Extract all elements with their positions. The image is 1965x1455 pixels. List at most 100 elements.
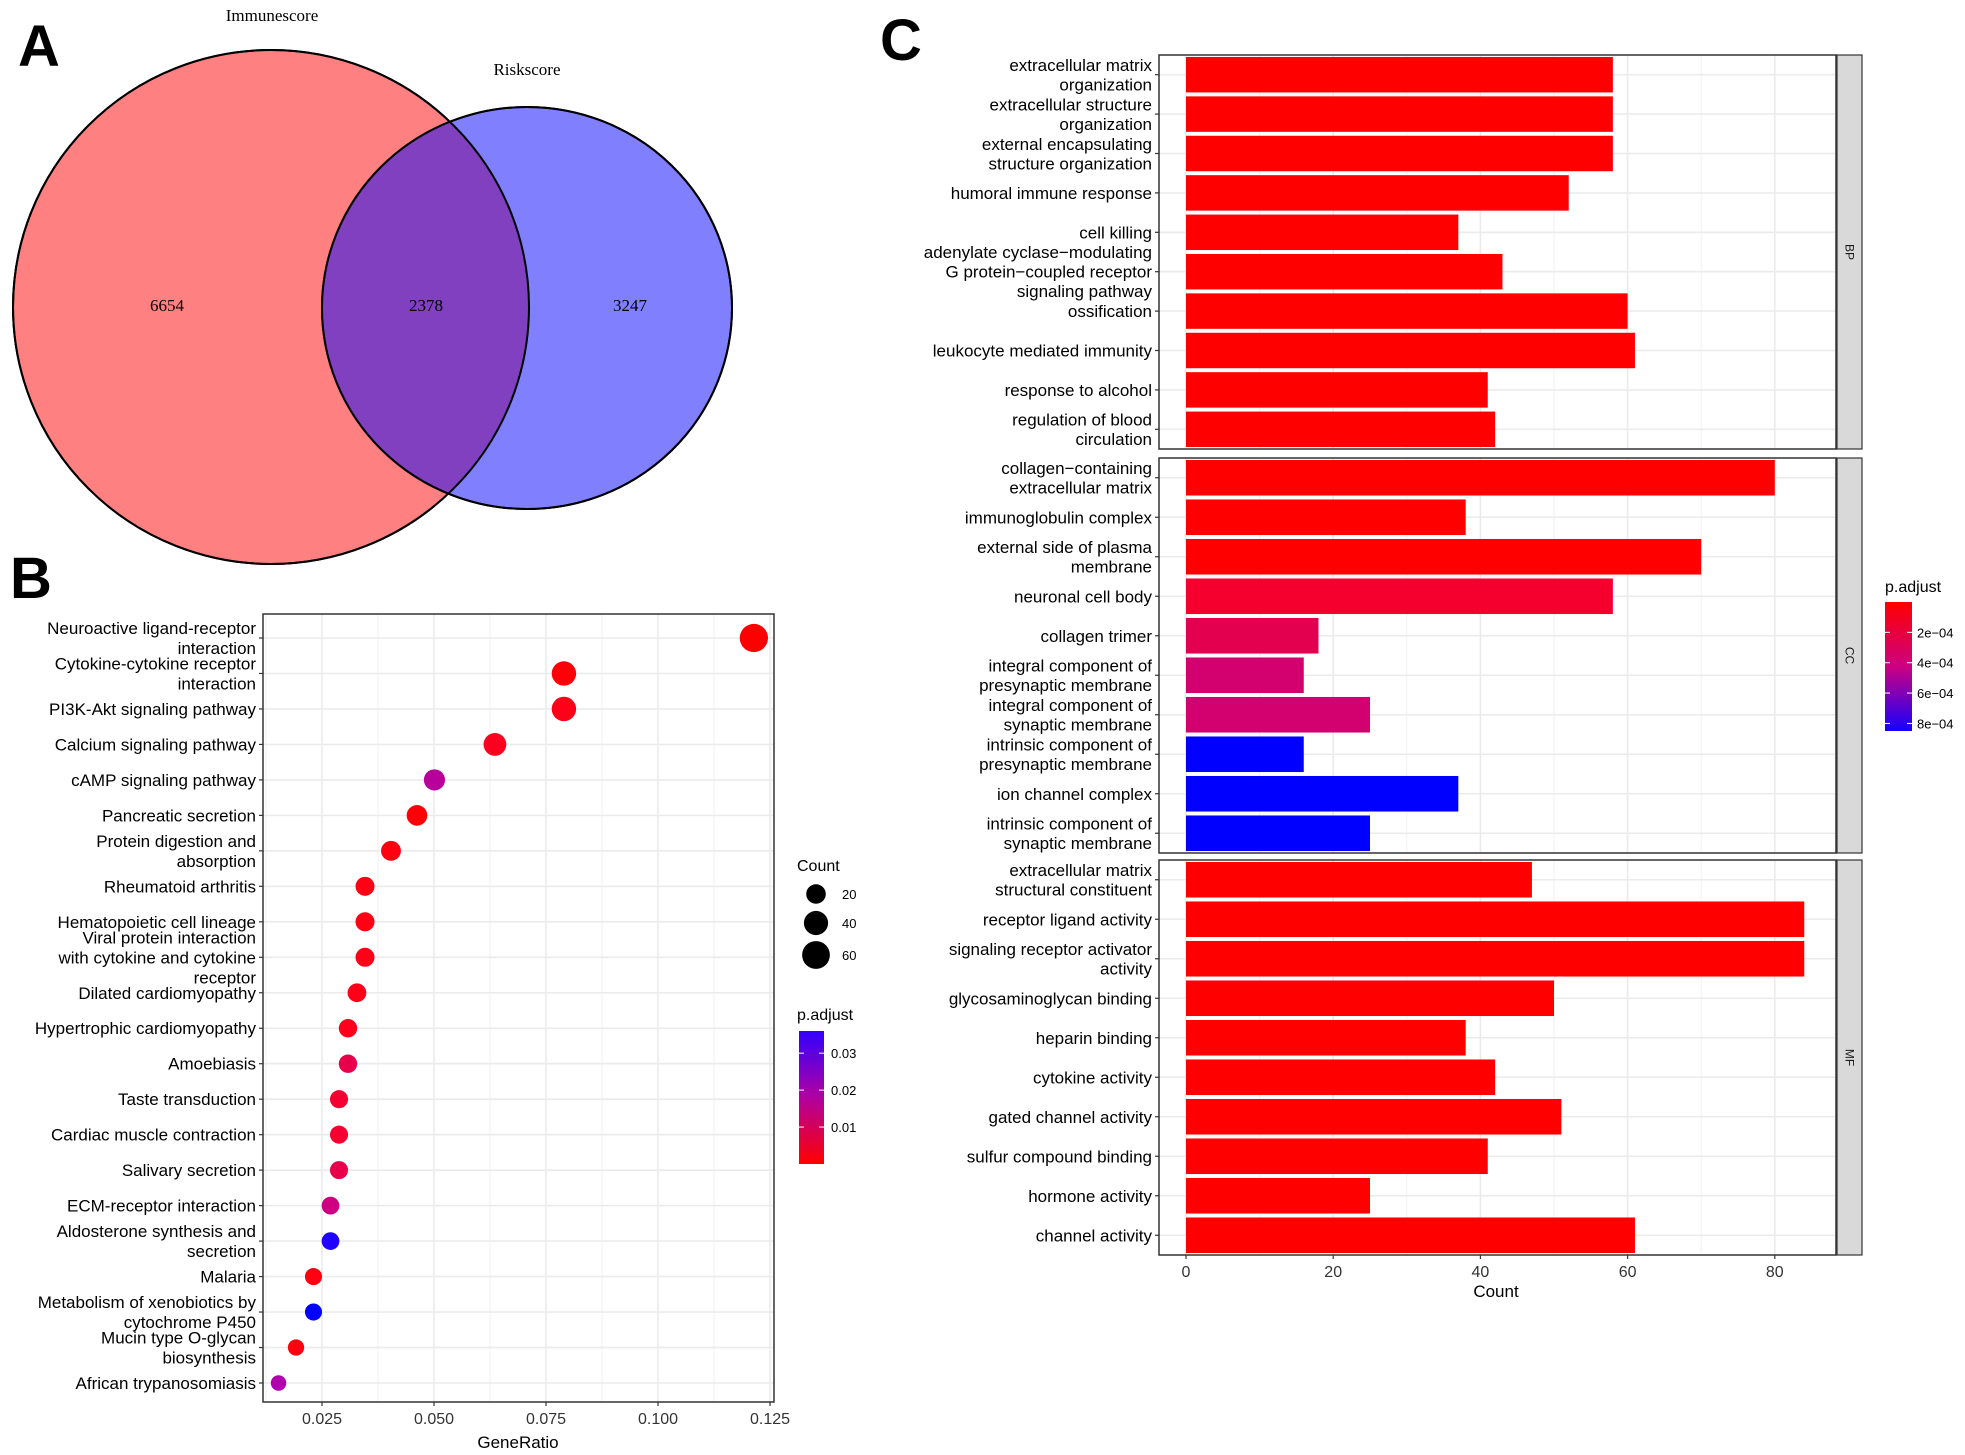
- bar[interactable]: [1186, 56, 1613, 93]
- bar[interactable]: [1186, 372, 1488, 408]
- dot-point[interactable]: [347, 983, 367, 1003]
- y-tick-label: integral component of presynaptic membran…: [979, 657, 1152, 696]
- bar[interactable]: [1186, 617, 1319, 654]
- y-tick-label-line: synaptic membrane: [1004, 834, 1152, 853]
- dot-point[interactable]: [329, 1161, 349, 1180]
- bar[interactable]: [1186, 578, 1613, 615]
- y-tick-label: signaling receptor activator activity: [949, 940, 1153, 979]
- y-tick-label-line: adenylate cyclase−modulating: [924, 243, 1152, 262]
- y-tick-label-line: Pancreatic secretion: [102, 806, 256, 825]
- y-tick-label-line: absorption: [177, 852, 256, 871]
- dot-point[interactable]: [381, 840, 401, 861]
- y-tick-label-line: ossification: [1068, 302, 1152, 321]
- y-tick-label-line: Dilated cardiomyopathy: [78, 984, 256, 1003]
- facet-strip-label: BP: [1843, 244, 1857, 260]
- dotplot-kegg: Neuroactive ligand-receptor interactionCy…: [35, 613, 856, 1452]
- dot-point[interactable]: [329, 1125, 349, 1144]
- bar[interactable]: [1186, 411, 1496, 448]
- bar[interactable]: [1186, 538, 1702, 575]
- y-tick-label-line: sulfur compound binding: [967, 1147, 1152, 1166]
- y-tick-label-line: presynaptic membrane: [979, 676, 1152, 695]
- bar[interactable]: [1186, 815, 1370, 852]
- x-tick-label: 0: [1182, 1264, 1191, 1281]
- bar[interactable]: [1186, 332, 1635, 369]
- bar[interactable]: [1186, 1019, 1466, 1056]
- bar[interactable]: [1186, 135, 1613, 172]
- bar[interactable]: [1186, 214, 1459, 251]
- bar[interactable]: [1186, 499, 1466, 536]
- size-legend-title: Count: [797, 858, 840, 875]
- venn-count-intersection: 2378: [409, 296, 443, 315]
- bar[interactable]: [1186, 459, 1775, 496]
- y-tick-label-line: external side of plasma: [977, 538, 1152, 557]
- dot-point[interactable]: [483, 733, 507, 756]
- y-tick-label-line: leukocyte mediated immunity: [933, 342, 1153, 361]
- dot-point[interactable]: [739, 623, 768, 653]
- dot-point[interactable]: [355, 876, 375, 896]
- y-tick-label: extracellular structure organization: [989, 95, 1152, 134]
- dot-point[interactable]: [551, 661, 577, 686]
- bar[interactable]: [1186, 940, 1805, 977]
- y-tick-label: gated channel activity: [989, 1108, 1153, 1127]
- y-tick-label-line: synaptic membrane: [1004, 716, 1152, 735]
- venn-label-immunescore: Immunescore: [226, 6, 319, 25]
- bar[interactable]: [1186, 293, 1628, 329]
- y-tick-label-line: Mucin type O-glycan: [101, 1329, 256, 1348]
- bar[interactable]: [1186, 980, 1554, 1017]
- bar[interactable]: [1186, 253, 1503, 290]
- panel-label-b: B: [10, 546, 52, 611]
- y-tick-label: immunoglobulin complex: [965, 508, 1153, 527]
- dot-point[interactable]: [355, 947, 375, 967]
- bar[interactable]: [1186, 175, 1569, 211]
- bar[interactable]: [1186, 696, 1370, 733]
- bar[interactable]: [1186, 657, 1304, 694]
- y-tick-label: Dilated cardiomyopathy: [78, 984, 256, 1003]
- bar[interactable]: [1186, 96, 1613, 132]
- bar[interactable]: [1186, 775, 1459, 812]
- y-tick-label: cytokine activity: [1033, 1068, 1153, 1087]
- venn-count-immunescore-only: 6654: [150, 296, 185, 315]
- y-tick-label: leukocyte mediated immunity: [933, 342, 1153, 361]
- y-tick-label: Mucin type O-glycan biosynthesis: [101, 1329, 256, 1368]
- dot-point[interactable]: [321, 1232, 340, 1250]
- y-tick-label-line: Rheumatoid arthritis: [104, 877, 256, 896]
- y-tick-label-line: organization: [1059, 75, 1152, 94]
- dot-point[interactable]: [406, 805, 428, 826]
- x-tick-label: 0.125: [750, 1411, 790, 1428]
- y-tick-label: Calcium signaling pathway: [55, 735, 257, 754]
- dot-point[interactable]: [304, 1303, 323, 1321]
- color-legend-label: 8e−04: [1917, 716, 1954, 731]
- y-tick-label-line: interaction: [178, 674, 256, 693]
- y-tick-label: Protein digestion and absorption: [96, 832, 256, 871]
- dot-point[interactable]: [329, 1090, 349, 1109]
- y-tick-label: sulfur compound binding: [967, 1147, 1152, 1166]
- size-legend-key: [803, 910, 829, 936]
- dot-point[interactable]: [355, 912, 375, 932]
- y-tick-label: Cardiac muscle contraction: [51, 1126, 256, 1145]
- dot-point[interactable]: [423, 769, 446, 791]
- size-legend-label: 20: [842, 887, 856, 902]
- bar[interactable]: [1186, 1217, 1635, 1254]
- dot-point[interactable]: [551, 696, 577, 722]
- y-tick-label-line: cell killing: [1079, 223, 1152, 242]
- bar[interactable]: [1186, 1098, 1562, 1135]
- bar[interactable]: [1186, 861, 1532, 898]
- y-tick-label: cAMP signaling pathway: [71, 771, 256, 790]
- dot-point[interactable]: [304, 1268, 323, 1286]
- color-legend-label: 4e−04: [1917, 656, 1954, 671]
- dotplot-x-axis-title: GeneRatio: [477, 1433, 558, 1452]
- dot-point[interactable]: [287, 1339, 305, 1356]
- bar[interactable]: [1186, 736, 1304, 773]
- bar[interactable]: [1186, 1138, 1488, 1175]
- bar[interactable]: [1186, 901, 1805, 938]
- y-tick-label-line: response to alcohol: [1005, 381, 1152, 400]
- dot-point[interactable]: [270, 1375, 287, 1391]
- dot-point[interactable]: [321, 1196, 340, 1215]
- bar[interactable]: [1186, 1177, 1370, 1214]
- bar[interactable]: [1186, 1059, 1496, 1096]
- y-tick-label-line: structure organization: [989, 154, 1152, 173]
- dot-point[interactable]: [338, 1019, 358, 1038]
- dotplot-size-legend: Count 20 40 60: [797, 858, 856, 969]
- dot-point[interactable]: [338, 1054, 358, 1073]
- y-tick-label-line: Amoebiasis: [168, 1055, 256, 1074]
